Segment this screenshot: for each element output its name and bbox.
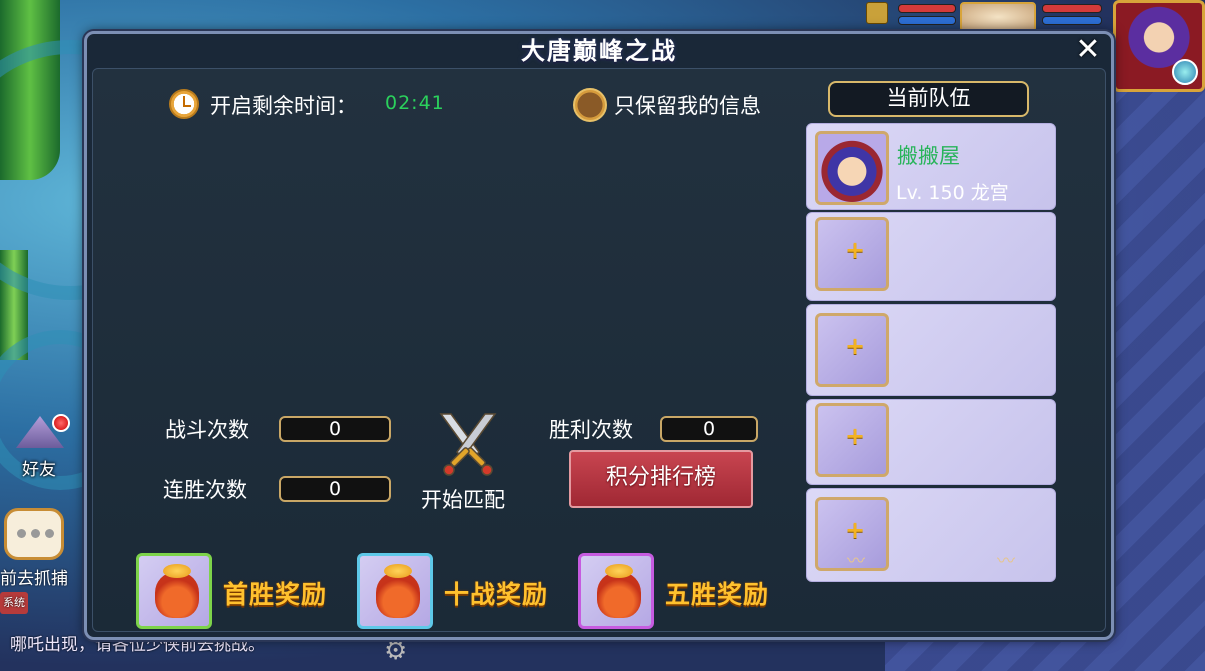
team-slot-empty[interactable]: + <box>806 212 1056 301</box>
pet-portrait[interactable] <box>960 2 1036 32</box>
five-wins-reward-label: 五胜奖励 <box>665 580 770 609</box>
close-icon[interactable]: ✕ <box>1073 35 1103 66</box>
team-slot-empty[interactable]: + <box>806 399 1056 485</box>
empty-slot-frame: + <box>815 313 889 387</box>
ten-battles-reward-label: 十战奖励 <box>444 580 549 609</box>
first-win-reward-icon[interactable] <box>136 553 212 629</box>
wins-label: 胜利次数 <box>549 418 633 442</box>
current-team-header: 当前队伍 <box>828 81 1029 117</box>
five-wins-reward-icon[interactable] <box>578 553 654 629</box>
reward-bag-icon <box>376 564 420 618</box>
pet-bar-group <box>1042 2 1106 32</box>
team-slot-member[interactable]: 搬搬屋 Lv. 150 龙宫 <box>806 123 1056 210</box>
member-level-school: Lv. 150 龙宫 <box>896 182 1009 204</box>
dialog-title: 大唐巅峰之战 <box>521 37 677 65</box>
start-match-label[interactable]: 开始匹配 <box>421 484 505 514</box>
timer-value: 02:41 <box>385 92 445 114</box>
team-slot-empty[interactable]: + 〰 〰 <box>806 488 1056 582</box>
reward-bag-icon <box>597 564 641 618</box>
wins-value: 0 <box>660 416 758 442</box>
player-portrait[interactable] <box>1113 0 1205 92</box>
streak-value: 0 <box>279 476 391 502</box>
empty-slot-frame: + <box>815 217 889 291</box>
cloud-ornament-icon: 〰 <box>997 551 1015 572</box>
notification-dot-icon <box>52 414 70 432</box>
streak-label: 连胜次数 <box>163 478 247 502</box>
chat-bubble-icon[interactable] <box>4 508 64 560</box>
gear-icon[interactable]: ⚙ <box>384 637 412 665</box>
member-avatar <box>815 131 889 205</box>
pet-hp-bar <box>1042 4 1102 13</box>
buff-icon[interactable] <box>866 2 890 32</box>
plus-icon: + <box>845 516 866 544</box>
peak-battle-dialog: 大唐巅峰之战 ✕ 开启剩余时间： 02:41 只保留我的信息 当前队伍 搬搬屋 … <box>84 31 1114 640</box>
pet-mp-bar <box>1042 16 1102 25</box>
only-mine-radio[interactable] <box>573 88 607 122</box>
hp-bar <box>898 4 956 13</box>
plus-icon: + <box>845 422 866 450</box>
cloud-ornament-icon: 〰 <box>847 551 865 572</box>
empty-slot-frame: + <box>815 403 889 477</box>
battles-label: 战斗次数 <box>165 418 249 442</box>
ranking-button[interactable]: 积分排行榜 <box>569 450 753 508</box>
plus-icon: + <box>845 236 866 264</box>
battles-value: 0 <box>279 416 391 442</box>
dialog-title-bar: 大唐巅峰之战 ✕ <box>87 34 1111 68</box>
team-slot-empty[interactable]: + <box>806 304 1056 396</box>
mp-bar <box>898 16 956 25</box>
timer-label: 开启剩余时间： <box>210 94 357 118</box>
first-win-reward-label: 首胜奖励 <box>223 580 328 609</box>
friends-label: 好友 <box>22 460 56 480</box>
member-name: 搬搬屋 <box>897 144 960 168</box>
hp-bar-group <box>898 2 958 32</box>
only-mine-label[interactable]: 只保留我的信息 <box>614 90 761 120</box>
plus-icon: + <box>845 332 866 360</box>
friends-button[interactable]: 好友 <box>8 414 70 480</box>
level-badge-icon <box>1172 59 1198 85</box>
system-tag: 系统 <box>0 592 28 614</box>
crossed-swords-icon[interactable] <box>435 410 501 476</box>
ten-battles-reward-icon[interactable] <box>357 553 433 629</box>
reward-bag-icon <box>155 564 199 618</box>
clock-icon <box>169 89 199 119</box>
